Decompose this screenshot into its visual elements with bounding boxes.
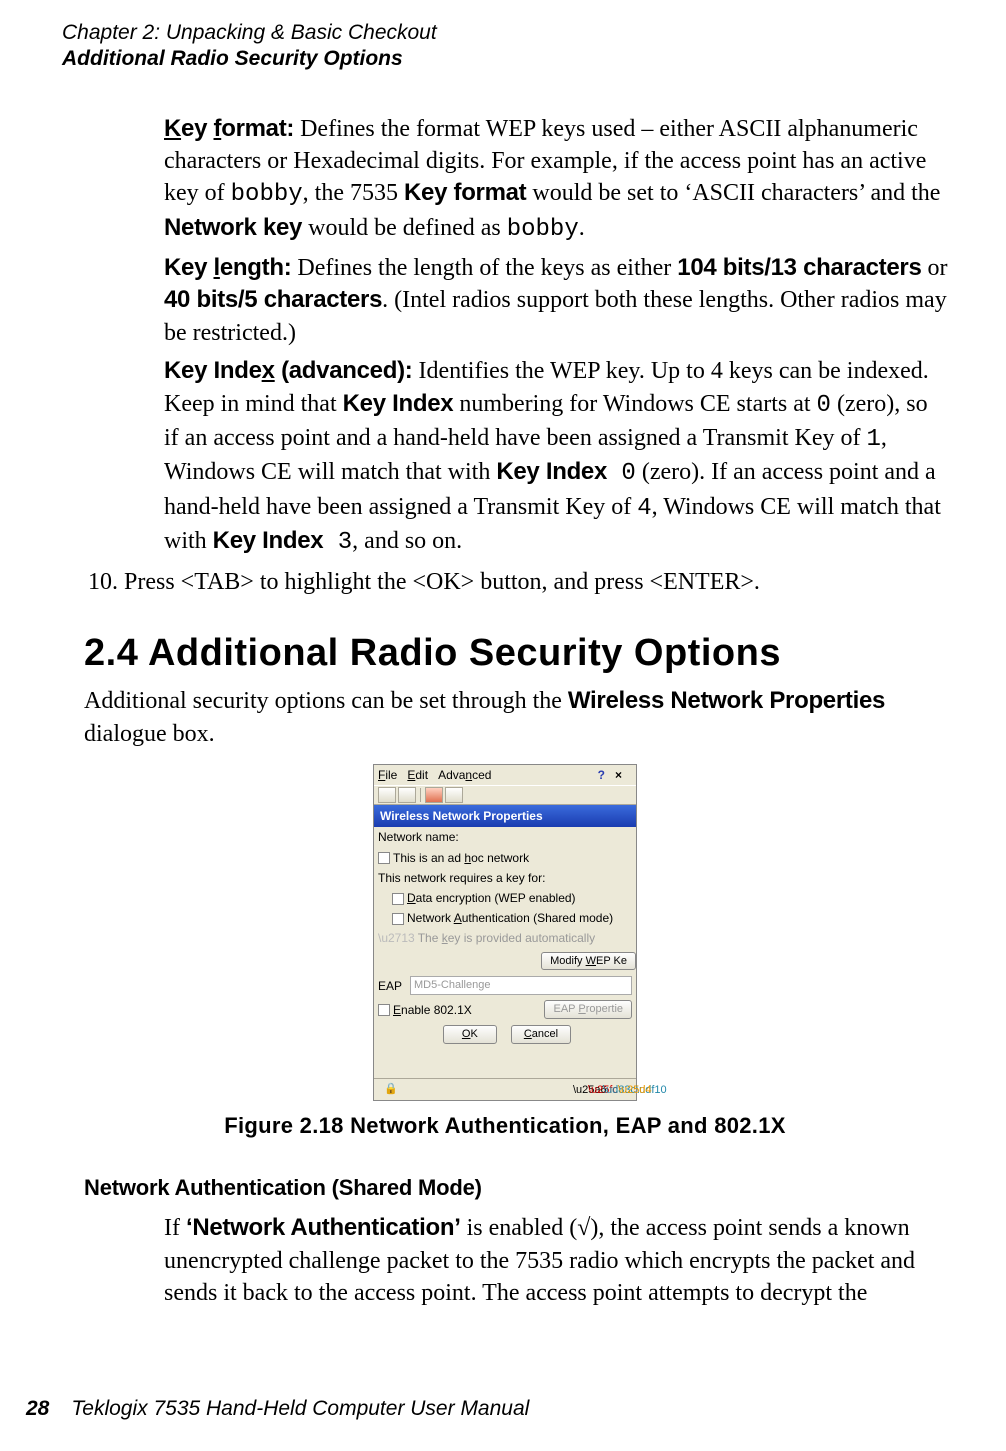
enable-8021x-label: Enable 802.1X — [393, 1002, 472, 1018]
auth-label: Network Authentication (Shared mode) — [407, 911, 613, 925]
ce-window: File Edit Advanced ? × Wireless Network … — [373, 764, 637, 1101]
adhoc-label: This is an ad hoc network — [393, 851, 529, 865]
section-2-4-title: 2.4 Additional Radio Security Options — [84, 628, 948, 679]
figure-2-18: File Edit Advanced ? × Wireless Network … — [62, 764, 948, 1141]
key-length-definition: Key length: Defines the length of the ke… — [164, 252, 948, 349]
key-index-definition: Key Index (advanced): Identifies the WEP… — [164, 355, 948, 559]
enable-8021x-row: Enable 802.1X EAP Propertie — [374, 998, 636, 1021]
wep-label: Data encryption (WEP enabled) — [407, 891, 576, 905]
menu-edit[interactable]: Edit — [407, 767, 428, 783]
eap-dropdown[interactable]: MD5-Challenge — [410, 976, 632, 995]
ce-toolbar — [374, 785, 636, 805]
eap-label: EAP — [378, 978, 402, 994]
section-2-4-intro: Additional security options can be set t… — [84, 685, 948, 750]
ok-button[interactable]: OK — [443, 1025, 497, 1044]
network-name-label: Network name: — [374, 827, 636, 847]
auth-checkbox[interactable] — [392, 913, 404, 925]
menu-advanced[interactable]: Advanced — [438, 767, 491, 783]
key-auto-row: \u2713The key is provided automatically — [374, 928, 636, 948]
tray-icon-3[interactable]: \ud83c\udf10 — [603, 1083, 617, 1097]
menu-file[interactable]: File — [378, 767, 397, 783]
figure-caption: Figure 2.18 Network Authentication, EAP … — [62, 1111, 948, 1141]
eap-row: EAP MD5-Challenge — [374, 973, 636, 998]
cancel-button[interactable]: Cancel — [511, 1025, 571, 1044]
key-format-definition: Key format: Defines the format WEP keys … — [164, 113, 948, 247]
page-header: Chapter 2: Unpacking & Basic Checkout Ad… — [62, 20, 948, 73]
toolbar-btn-1[interactable] — [378, 787, 396, 803]
wep-row: Data encryption (WEP enabled) — [388, 888, 636, 908]
modify-wep-row: Modify WEP Ke — [374, 949, 636, 974]
section-line: Additional Radio Security Options — [62, 46, 948, 72]
help-icon[interactable]: ? — [598, 767, 605, 783]
toolbar-btn-2[interactable] — [398, 787, 416, 803]
page-footer: 28 Teklogix 7535 Hand-Held Computer User … — [26, 1395, 529, 1423]
eap-properties-button[interactable]: EAP Propertie — [544, 1000, 632, 1019]
tray-icon-2[interactable]: \u25fc — [588, 1083, 602, 1097]
toolbar-btn-3[interactable] — [425, 787, 443, 803]
page-number: 28 — [26, 1397, 49, 1420]
adhoc-checkbox[interactable] — [378, 852, 390, 864]
requires-key-label: This network requires a key for: — [374, 868, 636, 888]
tray-icon-4[interactable]: \u25d4 — [618, 1083, 632, 1097]
close-icon[interactable]: × — [615, 767, 622, 783]
adhoc-row: This is an ad hoc network — [374, 848, 636, 868]
tray-icon-1[interactable]: \u25a6 — [573, 1083, 587, 1097]
step-10: 10. Press <TAB> to highlight the <OK> bu… — [122, 566, 948, 598]
dialog-titlebar: Wireless Network Properties — [374, 805, 636, 827]
enable-8021x-checkbox[interactable] — [378, 1004, 390, 1016]
ce-menubar: File Edit Advanced ? × — [374, 765, 636, 785]
network-auth-heading: Network Authentication (Shared Mode) — [84, 1173, 948, 1203]
chapter-line: Chapter 2: Unpacking & Basic Checkout — [62, 20, 948, 46]
network-auth-body: If ‘Network Authentication’ is enabled (… — [164, 1212, 948, 1309]
footer-text: Teklogix 7535 Hand-Held Computer User Ma… — [71, 1397, 529, 1420]
ce-taskbar: 🔒 \u25a6\u25fc\ud83c\udf10\u25d4 — [374, 1078, 636, 1100]
auth-row: Network Authentication (Shared mode) — [388, 908, 636, 928]
dialog-bottom-buttons: OK Cancel — [374, 1021, 636, 1050]
modify-wep-button[interactable]: Modify WEP Ke — [541, 952, 636, 971]
toolbar-btn-4[interactable] — [445, 787, 463, 803]
lock-icon: 🔒 — [384, 1082, 398, 1097]
wep-checkbox[interactable] — [392, 893, 404, 905]
tray-icons: \u25a6\u25fc\ud83c\udf10\u25d4 — [572, 1081, 632, 1097]
key-auto-label: The key is provided automatically — [418, 931, 595, 945]
